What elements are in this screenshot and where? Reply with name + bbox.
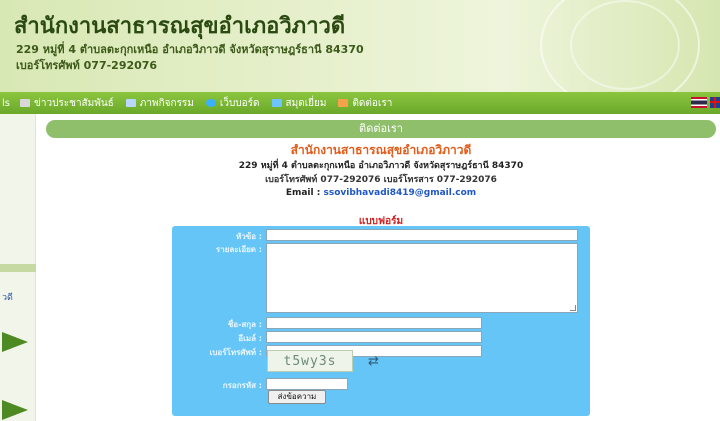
nav-item-label: สมุดเยี่ยม <box>285 97 327 109</box>
nav-item-photos[interactable]: ภาพกิจกรรม <box>125 96 194 111</box>
org-phones: เบอร์โทรศัพท์ 077-292076 เบอร์โทรสาร 077… <box>265 175 497 185</box>
english-flag-icon[interactable] <box>710 97 720 108</box>
nav-item-cut[interactable]: ls <box>2 98 10 109</box>
nav-item-label: ข่าวประชาสัมพันธ์ <box>34 97 114 109</box>
sidebar-divider <box>0 264 36 272</box>
language-switcher <box>691 97 720 108</box>
send-message-button[interactable]: ส่งข้อความ <box>268 390 326 404</box>
left-sidebar: วดี <box>0 114 36 421</box>
header-decoration <box>570 0 680 90</box>
webboard-icon <box>205 99 216 107</box>
thai-flag-icon[interactable] <box>691 97 707 108</box>
contact-form: หัวข้อ : รายละเอียด : ชื่อ-สกุล : อีเมล์… <box>172 226 590 416</box>
contact-content: ติดต่อเรา สำนักงานสาธารณสุขอำเภอวิภาวดี … <box>42 114 720 421</box>
photo-icon <box>125 99 136 107</box>
nav-item-webboard[interactable]: เว็บบอร์ด <box>205 96 260 111</box>
email-field-label: อีเมล์ : <box>238 334 262 343</box>
captcha-image: t5wy3s <box>267 350 353 372</box>
name-label: ชื่อ-สกุล : <box>227 320 262 329</box>
nav-item-guestbook[interactable]: สมุดเยี่ยม <box>271 96 327 111</box>
contact-icon <box>338 99 349 107</box>
arrow-icon <box>2 400 28 420</box>
sidebar-link[interactable]: วดี <box>2 290 13 304</box>
site-title: สำนักงานสาธารณสุขอำเภอวิภาวดี <box>14 14 346 39</box>
main-nav: ls ข่าวประชาสัมพันธ์ ภาพกิจกรรม เว็บบอร์… <box>0 92 720 114</box>
org-address: 229 หมู่ที่ 4 ตำบลตะกุกเหนือ อำเภอวิภาวด… <box>238 161 524 171</box>
resize-handle-icon[interactable] <box>570 305 576 311</box>
subject-input[interactable] <box>266 229 578 241</box>
arrow-icon <box>2 332 28 352</box>
name-input[interactable] <box>266 317 482 329</box>
detail-label: รายละเอียด : <box>215 245 262 254</box>
email-link[interactable]: ssovibhavadi8419@gmail.com <box>323 188 476 198</box>
email-field[interactable] <box>266 331 482 343</box>
nav-item-label: ติดต่อเรา <box>352 97 393 109</box>
email-label: Email : <box>285 188 321 198</box>
nav-item-label: เว็บบอร์ด <box>219 97 260 109</box>
captcha-code-label: กรอกรหัส : <box>222 381 262 390</box>
detail-textarea[interactable] <box>266 243 578 313</box>
subject-label: หัวข้อ : <box>235 232 262 241</box>
nav-item-label: ภาพกิจกรรม <box>139 97 194 109</box>
nav-item-contact[interactable]: ติดต่อเรา <box>338 96 392 111</box>
org-email: Email : ssovibhavadi8419@gmail.com <box>42 188 720 198</box>
news-icon <box>20 99 30 107</box>
phone-label: เบอร์โทรศัพท์ : <box>209 348 262 357</box>
site-header: สำนักงานสาธารณสุขอำเภอวิภาวดี 229 หมู่ที… <box>0 0 720 92</box>
guestbook-icon <box>271 99 282 107</box>
section-title: ติดต่อเรา <box>46 120 716 138</box>
site-phone: เบอร์โทรศัพท์ 077-292076 <box>16 59 158 72</box>
captcha-input[interactable] <box>266 378 348 390</box>
nav-item-news[interactable]: ข่าวประชาสัมพันธ์ <box>20 96 114 111</box>
refresh-captcha-icon[interactable]: ⇄ <box>368 354 379 369</box>
